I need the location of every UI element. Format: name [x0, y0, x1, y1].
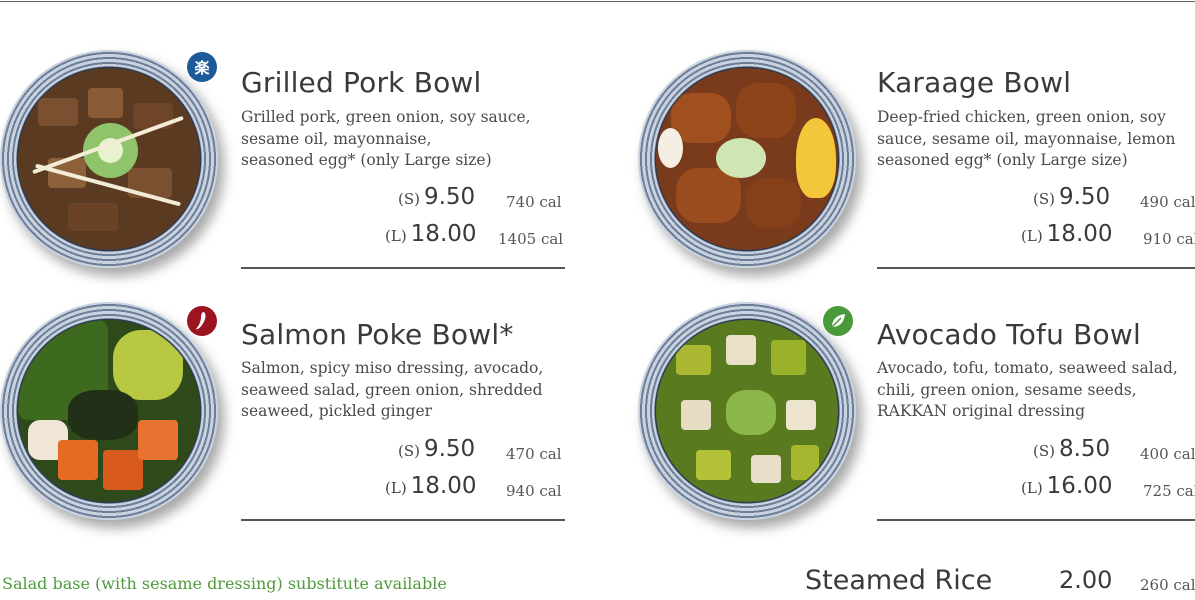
small-price-row: (S) 9.50 — [398, 184, 475, 214]
vegetarian-leaf-icon — [823, 306, 853, 336]
large-price-row: (L) 18.00 — [385, 473, 477, 503]
price: 8.50 — [1058, 436, 1111, 462]
item-description: Avocado, tofu, tomato, seaweed salad, chi… — [877, 359, 1178, 420]
large-calories: 1405 cal — [498, 230, 564, 248]
price: 18.00 — [410, 221, 477, 247]
size-label: (S) — [398, 190, 420, 208]
large-price-row: (L) 16.00 — [1021, 473, 1113, 503]
grilled-pork-bowl-photo — [0, 50, 218, 268]
size-label: (L) — [385, 227, 407, 245]
top-divider — [0, 1, 1195, 2]
rakkan-logo-icon: 楽 — [187, 52, 217, 82]
item-divider — [241, 519, 565, 521]
steamed-rice-label: Steamed Rice — [805, 565, 993, 596]
steamed-rice-calories: 260 cal — [1140, 576, 1195, 594]
price: 9.50 — [423, 436, 476, 462]
price: 9.50 — [1058, 184, 1111, 210]
size-label: (S) — [1033, 442, 1055, 460]
small-calories: 400 cal — [1140, 445, 1195, 463]
large-calories: 910 cal — [1143, 230, 1195, 248]
spicy-chili-icon — [187, 306, 217, 336]
small-price-row: (S) 8.50 — [1033, 436, 1110, 466]
small-calories: 470 cal — [506, 445, 562, 463]
large-price-row: (L) 18.00 — [385, 221, 477, 251]
item-divider — [877, 267, 1195, 269]
item-title: Grilled Pork Bowl — [241, 66, 482, 99]
item-description: Salmon, spicy miso dressing, avocado, sea… — [241, 359, 544, 420]
salmon-poke-bowl-photo — [0, 302, 218, 520]
large-calories: 940 cal — [506, 482, 562, 500]
small-calories: 490 cal — [1140, 193, 1195, 211]
item-title: Avocado Tofu Bowl — [877, 318, 1141, 351]
size-label: (S) — [398, 442, 420, 460]
item-divider — [877, 519, 1195, 521]
size-label: (L) — [1021, 479, 1043, 497]
large-price-row: (L) 18.00 — [1021, 221, 1113, 251]
salad-base-footnote: Salad base (with sesame dressing) substi… — [2, 574, 447, 593]
item-title: Karaage Bowl — [877, 66, 1072, 99]
steamed-rice-price: 2.00 — [1059, 566, 1113, 594]
item-description: Grilled pork, green onion, soy sauce, ses… — [241, 108, 531, 169]
price: 18.00 — [1046, 221, 1113, 247]
karaage-bowl-photo — [638, 50, 856, 268]
item-divider — [241, 267, 565, 269]
item-title: Salmon Poke Bowl* — [241, 318, 514, 351]
size-label: (S) — [1033, 190, 1055, 208]
small-price-row: (S) 9.50 — [1033, 184, 1110, 214]
price: 18.00 — [410, 473, 477, 499]
small-price-row: (S) 9.50 — [398, 436, 475, 466]
price: 16.00 — [1046, 473, 1113, 499]
large-calories: 725 cal — [1143, 482, 1195, 500]
price: 9.50 — [423, 184, 476, 210]
size-label: (L) — [385, 479, 407, 497]
item-description: Deep-fried chicken, green onion, soy sauc… — [877, 108, 1176, 169]
size-label: (L) — [1021, 227, 1043, 245]
small-calories: 740 cal — [506, 193, 562, 211]
avocado-tofu-bowl-photo — [638, 302, 856, 520]
